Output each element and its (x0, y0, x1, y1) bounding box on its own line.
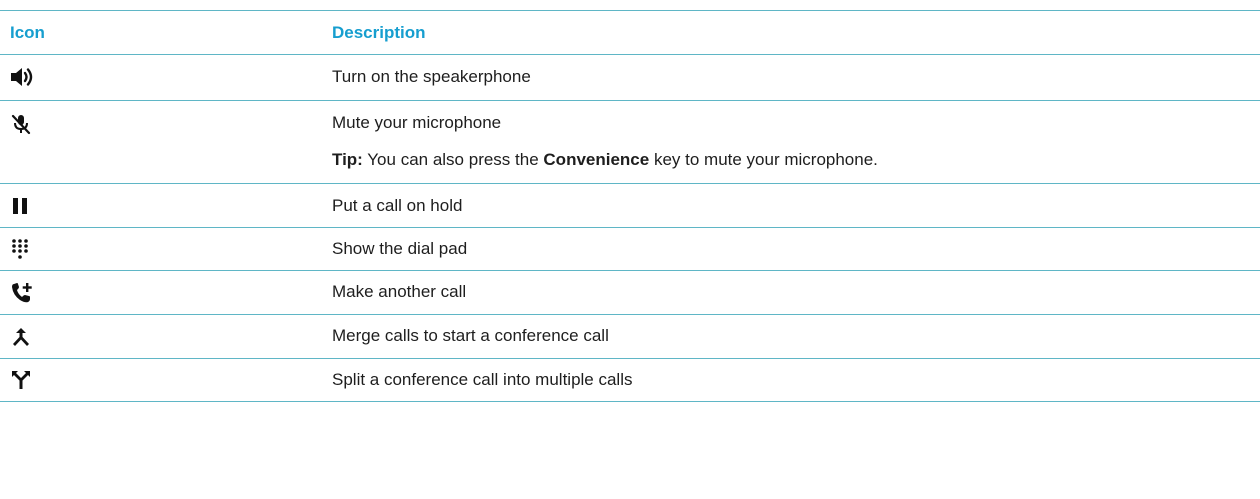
table-row: Merge calls to start a conference call (0, 315, 1260, 359)
pause-icon (10, 196, 30, 216)
table-row: Put a call on hold (0, 184, 1260, 228)
speakerphone-icon (10, 66, 34, 88)
table-header-row: Icon Description (0, 10, 1260, 55)
row-description-cell: Merge calls to start a conference call (332, 326, 1250, 346)
table-row: Turn on the speakerphone (0, 55, 1260, 101)
add-call-icon (10, 281, 34, 305)
row-description: Show the dial pad (332, 239, 468, 258)
icon-description-table: Icon Description Turn on the speakerphon… (0, 10, 1260, 402)
tip-text-before: You can also press the (367, 150, 539, 169)
description-column-header-label: Description (332, 23, 426, 42)
mute-microphone-icon (10, 113, 32, 135)
row-description: Make another call (332, 282, 467, 301)
description-column-header: Description (332, 11, 1250, 54)
icon-column-header: Icon (10, 11, 310, 54)
row-description-cell: Show the dial pad (332, 239, 1250, 259)
row-description: Put a call on hold (332, 196, 463, 215)
row-description-cell: Mute your microphone Tip: You can also p… (332, 113, 1250, 170)
row-description-cell: Turn on the speakerphone (332, 67, 1250, 87)
row-description-cell: Put a call on hold (332, 196, 1250, 216)
row-description: Mute your microphone (332, 113, 502, 132)
table-row: Split a conference call into multiple ca… (0, 359, 1260, 402)
row-description: Turn on the speakerphone (332, 67, 531, 86)
icon-column-header-label: Icon (10, 23, 45, 42)
tip-text-after: key to mute your microphone. (653, 150, 878, 169)
table-row: Mute your microphone Tip: You can also p… (0, 101, 1260, 184)
dial-pad-icon (10, 238, 30, 260)
split-call-icon (10, 369, 32, 391)
table-row: Make another call (0, 271, 1260, 315)
row-description-cell: Split a conference call into multiple ca… (332, 370, 1250, 390)
row-description: Merge calls to start a conference call (332, 326, 609, 345)
merge-calls-icon (10, 326, 32, 348)
row-description-cell: Make another call (332, 282, 1250, 302)
tip-note: Tip: You can also press the Convenience … (332, 150, 1250, 170)
tip-label: Tip: (332, 150, 363, 169)
row-description: Split a conference call into multiple ca… (332, 370, 633, 389)
tip-key-name: Convenience (543, 150, 650, 169)
table-row: Show the dial pad (0, 228, 1260, 271)
